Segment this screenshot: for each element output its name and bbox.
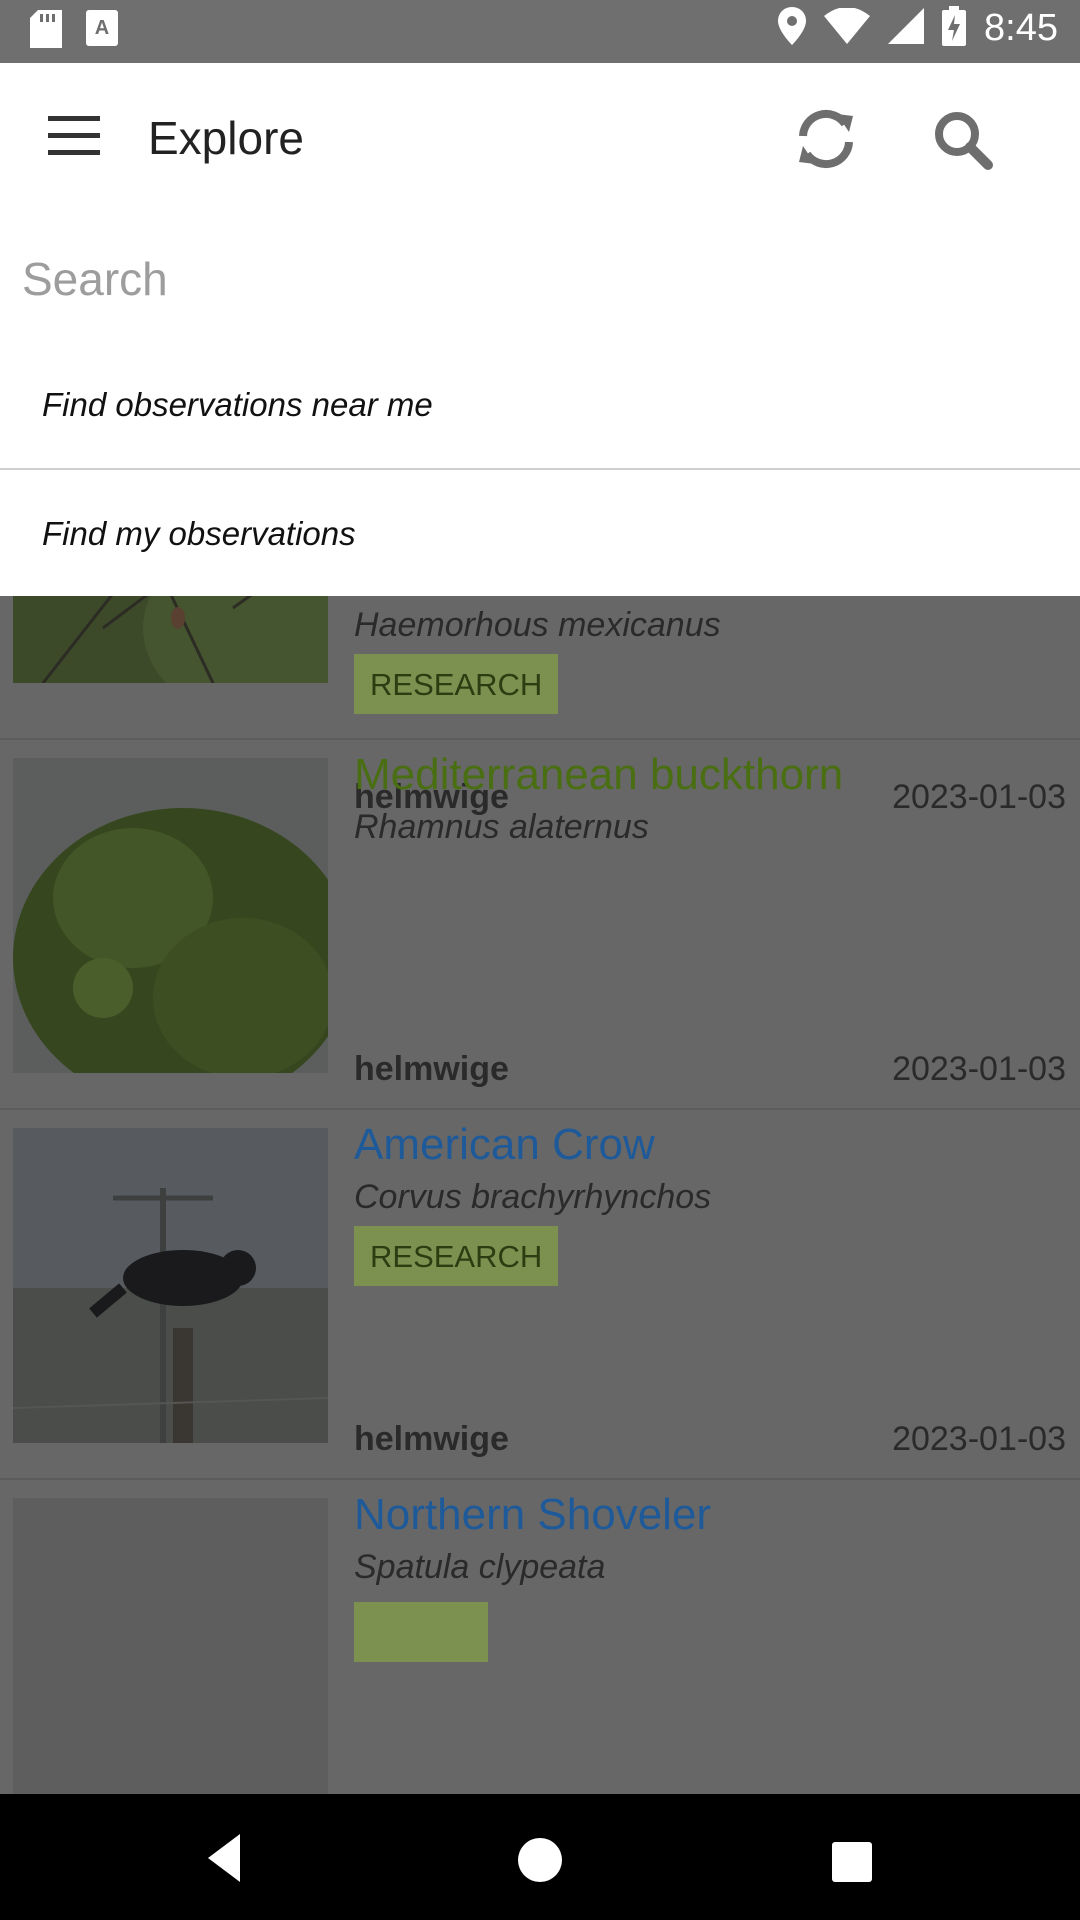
scientific-name: Corvus brachyrhynchos (354, 1178, 712, 1216)
suggestion-near-me[interactable]: Find observations near me (0, 343, 1080, 470)
observation-date: 2023-01-03 (892, 1420, 1066, 1458)
suggestion-label: Find observations near me (42, 386, 433, 423)
observation-photo (13, 1498, 328, 1794)
observation-date: 2023-01-03 (892, 1050, 1066, 1088)
status-bar: A 8:45 (0, 0, 1080, 63)
sd-card-icon (30, 10, 62, 53)
observation-item[interactable]: Northern Shoveler Spatula clypeata (0, 1478, 1080, 1794)
signal-icon (888, 8, 925, 49)
sync-button[interactable] (785, 99, 867, 179)
observation-photo (13, 758, 328, 1073)
research-badge: RESEARCH (354, 1226, 559, 1286)
scientific-name: Spatula clypeata (354, 1548, 606, 1586)
svg-text:A: A (95, 17, 109, 39)
observer: helmwige (354, 1050, 509, 1088)
recents-icon (832, 1842, 872, 1882)
scientific-name: Rhamnus alaternus (354, 808, 649, 846)
common-name: American Crow (354, 1120, 655, 1169)
home-icon (518, 1838, 562, 1882)
app-bar: Explore (0, 63, 1080, 213)
recents-button[interactable] (820, 1830, 880, 1895)
battery-icon (942, 6, 967, 51)
search-input[interactable] (20, 243, 1024, 315)
observation-item[interactable]: Haemorhous mexicanus RESEARCH helmwige 2… (0, 596, 1080, 816)
clock: 8:45 (984, 7, 1058, 49)
research-badge (354, 1602, 488, 1662)
observation-photo (13, 596, 328, 683)
observation-list: Haemorhous mexicanus RESEARCH helmwige 2… (0, 596, 1080, 1794)
wifi-icon (824, 7, 871, 49)
observation-photo (13, 1128, 328, 1443)
observation-item[interactable]: Mediterranean buckthorn Rhamnus alaternu… (0, 738, 1080, 1110)
search-button[interactable] (920, 99, 1002, 179)
back-button[interactable] (200, 1830, 260, 1891)
suggestion-my-observations[interactable]: Find my observations (0, 470, 1080, 596)
common-name: Mediterranean buckthorn (354, 750, 844, 799)
page-title: Explore (148, 112, 304, 164)
menu-button[interactable] (38, 105, 110, 167)
home-button[interactable] (508, 1828, 572, 1897)
scientific-name: Haemorhous mexicanus (354, 606, 721, 644)
location-icon (778, 7, 807, 50)
observation-item[interactable]: American Crow Corvus brachyrhynchos RESE… (0, 1108, 1080, 1480)
common-name: Northern Shoveler (354, 1490, 712, 1539)
font-icon: A (86, 10, 118, 53)
search-row (0, 213, 1080, 343)
navigation-bar (0, 1794, 1080, 1920)
research-badge: RESEARCH (354, 654, 559, 714)
suggestion-label: Find my observations (42, 515, 356, 552)
back-icon (208, 1834, 240, 1882)
observer: helmwige (354, 1420, 509, 1458)
